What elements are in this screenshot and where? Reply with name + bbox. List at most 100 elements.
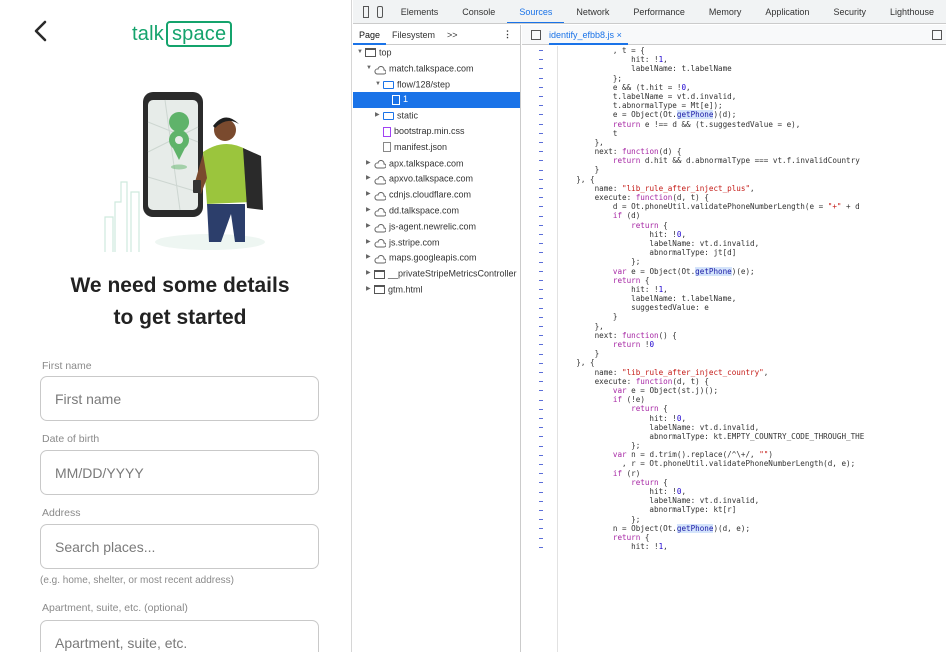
gutter-marker[interactable] bbox=[539, 280, 543, 281]
collapsed-arrow-icon[interactable]: ▶ bbox=[366, 203, 374, 219]
gutter-marker[interactable] bbox=[539, 261, 543, 263]
gutter-marker[interactable] bbox=[539, 270, 543, 272]
device-toolbar-icon[interactable] bbox=[376, 5, 383, 18]
gutter-marker[interactable] bbox=[539, 427, 543, 429]
gutter-marker[interactable] bbox=[539, 408, 543, 410]
gutter-marker[interactable] bbox=[539, 353, 543, 355]
gutter-marker[interactable] bbox=[539, 344, 543, 346]
gutter-marker[interactable] bbox=[539, 381, 543, 383]
gutter-marker[interactable] bbox=[539, 132, 543, 134]
gutter-marker[interactable] bbox=[539, 289, 543, 291]
gutter-marker[interactable] bbox=[539, 482, 543, 484]
tree-item[interactable]: ▼ match.talkspace.com bbox=[353, 61, 520, 77]
tree-item[interactable]: ▶ __privateStripeMetricsController bbox=[353, 266, 520, 282]
nav-tab-filesystem[interactable]: Filesystem bbox=[386, 25, 441, 45]
gutter-marker[interactable] bbox=[539, 390, 543, 392]
collapsed-arrow-icon[interactable]: ▶ bbox=[366, 282, 374, 298]
date-of-birth-input[interactable]: MM/DD/YYYY bbox=[40, 450, 319, 495]
gutter-marker[interactable] bbox=[539, 528, 543, 530]
nav-more-tabs[interactable]: >> bbox=[441, 25, 464, 45]
gutter-marker[interactable] bbox=[539, 169, 543, 171]
file-tab[interactable]: identify_efbb8.js × bbox=[549, 25, 628, 45]
gutter-marker[interactable] bbox=[539, 298, 543, 300]
tab-network[interactable]: Network bbox=[564, 0, 621, 23]
tree-item[interactable]: ▶ js-agent.newrelic.com bbox=[353, 219, 520, 235]
tree-item[interactable]: ▼ top bbox=[353, 45, 520, 61]
gutter-marker[interactable] bbox=[539, 68, 543, 70]
gutter-marker[interactable] bbox=[539, 464, 543, 465]
first-name-input[interactable]: First name bbox=[40, 376, 319, 421]
gutter-marker[interactable] bbox=[539, 307, 543, 309]
tab-application[interactable]: Application bbox=[753, 0, 821, 23]
gutter-marker[interactable] bbox=[539, 491, 543, 493]
gutter-marker[interactable] bbox=[539, 77, 543, 79]
gutter-marker[interactable] bbox=[539, 546, 543, 548]
collapsed-arrow-icon[interactable]: ▶ bbox=[366, 219, 374, 235]
gutter-marker[interactable] bbox=[539, 59, 543, 61]
gutter-marker[interactable] bbox=[539, 500, 543, 502]
tree-item[interactable]: ▶ maps.googleapis.com bbox=[353, 250, 520, 266]
apartment-input[interactable]: Apartment, suite, etc. bbox=[40, 620, 319, 652]
gutter-marker[interactable] bbox=[539, 445, 543, 447]
gutter-marker[interactable] bbox=[539, 234, 543, 235]
gutter-marker[interactable] bbox=[539, 316, 543, 318]
collapsed-arrow-icon[interactable]: ▶ bbox=[375, 108, 383, 124]
expanded-arrow-icon[interactable]: ▼ bbox=[375, 77, 383, 93]
gutter-marker[interactable] bbox=[539, 372, 543, 373]
gutter-marker[interactable] bbox=[539, 436, 543, 438]
tab-lighthouse[interactable]: Lighthouse bbox=[878, 0, 946, 23]
gutter-marker[interactable] bbox=[539, 519, 543, 521]
tree-item[interactable]: manifest.json bbox=[353, 140, 520, 156]
gutter-marker[interactable] bbox=[539, 123, 543, 125]
expanded-arrow-icon[interactable]: ▼ bbox=[366, 61, 374, 77]
gutter-marker[interactable] bbox=[539, 105, 543, 107]
gutter-marker[interactable] bbox=[539, 399, 543, 401]
gutter-marker[interactable] bbox=[539, 50, 543, 51]
gutter-marker[interactable] bbox=[539, 454, 543, 456]
tree-item[interactable]: ▶ cdnjs.cloudflare.com bbox=[353, 187, 520, 203]
gutter-marker[interactable] bbox=[539, 197, 543, 199]
gutter-marker[interactable] bbox=[539, 537, 543, 539]
tab-sources[interactable]: Sources bbox=[507, 0, 565, 23]
gutter-marker[interactable] bbox=[539, 362, 543, 364]
navigator-menu-icon[interactable]: ⋮ bbox=[503, 29, 512, 40]
collapsed-arrow-icon[interactable]: ▶ bbox=[366, 156, 374, 172]
gutter-marker[interactable] bbox=[539, 188, 543, 189]
close-tab-icon[interactable]: × bbox=[617, 30, 622, 40]
gutter-marker[interactable] bbox=[539, 252, 543, 254]
tab-security[interactable]: Security bbox=[821, 0, 878, 23]
gutter-marker[interactable] bbox=[539, 206, 543, 208]
collapsed-arrow-icon[interactable]: ▶ bbox=[366, 187, 374, 203]
gutter-marker[interactable] bbox=[539, 86, 543, 88]
gutter-marker[interactable] bbox=[539, 243, 543, 245]
collapsed-arrow-icon[interactable]: ▶ bbox=[366, 235, 374, 251]
gutter-marker[interactable] bbox=[539, 473, 543, 475]
tree-item[interactable]: ▶ js.stripe.com bbox=[353, 235, 520, 251]
tree-item[interactable]: ▶ static bbox=[353, 108, 520, 124]
gutter-marker[interactable] bbox=[539, 96, 543, 97]
gutter-marker[interactable] bbox=[539, 151, 543, 153]
tab-elements[interactable]: Elements bbox=[389, 0, 451, 23]
nav-tab-page[interactable]: Page bbox=[353, 25, 387, 45]
collapsed-arrow-icon[interactable]: ▶ bbox=[366, 266, 374, 282]
gutter-marker[interactable] bbox=[539, 335, 543, 337]
tree-item[interactable]: ▶ gtm.html bbox=[353, 282, 520, 298]
tab-console[interactable]: Console bbox=[450, 0, 507, 23]
gutter-marker[interactable] bbox=[539, 178, 543, 180]
collapsed-arrow-icon[interactable]: ▶ bbox=[366, 250, 374, 266]
tree-item[interactable]: ▶ apxvo.talkspace.com bbox=[353, 171, 520, 187]
tab-performance[interactable]: Performance bbox=[621, 0, 697, 23]
tree-item[interactable]: bootstrap.min.css bbox=[353, 124, 520, 140]
collapsed-arrow-icon[interactable]: ▶ bbox=[366, 171, 374, 187]
tree-item[interactable]: ▼ flow/128/step bbox=[353, 77, 520, 93]
toggle-debugger-icon[interactable] bbox=[932, 29, 942, 40]
gutter-marker[interactable] bbox=[539, 215, 543, 217]
inspect-element-icon[interactable] bbox=[363, 5, 369, 18]
back-chevron-icon[interactable] bbox=[30, 18, 52, 44]
gutter-marker[interactable] bbox=[539, 326, 543, 327]
tree-item[interactable]: ▶ dd.talkspace.com bbox=[353, 203, 520, 219]
gutter-marker[interactable] bbox=[539, 510, 543, 511]
tree-item[interactable]: 1 bbox=[353, 92, 520, 109]
gutter-marker[interactable] bbox=[539, 114, 543, 116]
gutter-marker[interactable] bbox=[539, 224, 543, 226]
